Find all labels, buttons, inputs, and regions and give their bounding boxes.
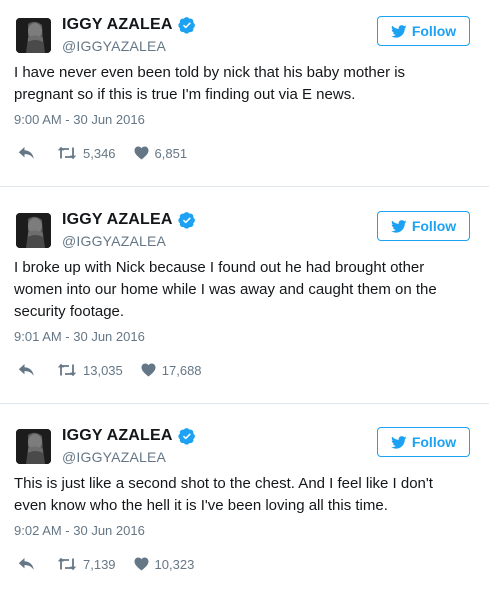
divider	[0, 186, 489, 187]
author-handle[interactable]: @IGGYAZALEA	[62, 233, 196, 249]
follow-button[interactable]: Follow	[377, 16, 470, 46]
reply-button[interactable]	[18, 146, 35, 160]
follow-label: Follow	[411, 218, 457, 234]
tweet-text: I broke up with Nick because I found out…	[14, 259, 437, 320]
like-button[interactable]: 17,688	[141, 363, 202, 378]
heart-icon	[134, 146, 149, 160]
follow-label: Follow	[411, 434, 457, 450]
retweet-icon	[57, 146, 77, 160]
retweet-button[interactable]: 5,346	[57, 146, 116, 161]
like-button[interactable]: 10,323	[134, 556, 195, 572]
retweet-count: 13,035	[83, 362, 123, 378]
heart-icon	[141, 363, 156, 377]
tweet-header: IGGY AZALEA @IGGYAZALEA Follow	[14, 425, 475, 473]
author-name[interactable]: IGGY AZALEA	[62, 16, 173, 34]
author-block: IGGY AZALEA @IGGYAZALEA	[62, 209, 196, 249]
verified-badge-icon	[178, 428, 195, 445]
like-count: 6,851	[154, 145, 188, 161]
twitter-bird-icon	[390, 24, 407, 38]
retweet-button[interactable]: 7,139	[57, 557, 116, 572]
tweet-actions: 5,346 6,851	[14, 144, 475, 162]
retweet-count: 7,139	[83, 556, 116, 572]
avatar[interactable]	[16, 213, 51, 248]
retweet-button[interactable]: 13,035	[57, 363, 123, 378]
reply-button[interactable]	[18, 557, 35, 571]
divider	[0, 403, 489, 404]
author-block: IGGY AZALEA @IGGYAZALEA	[62, 14, 196, 54]
tweet-card: IGGY AZALEA @IGGYAZALEA Follow I have ne…	[0, 14, 489, 162]
twitter-bird-icon	[390, 219, 407, 233]
tweet-header: IGGY AZALEA @IGGYAZALEA Follow	[14, 209, 475, 257]
tweet-text: I have never even been told by nick that…	[14, 64, 406, 103]
tweet-text: This is just like a second shot to the c…	[14, 475, 433, 514]
tweet-actions: 13,035 17,688	[14, 361, 475, 379]
tweet-timestamp[interactable]: 9:00 AM - 30 Jun 2016	[14, 112, 475, 130]
author-handle[interactable]: @IGGYAZALEA	[62, 449, 196, 465]
author-block: IGGY AZALEA @IGGYAZALEA	[62, 425, 196, 465]
avatar[interactable]	[16, 429, 51, 464]
tweet-header: IGGY AZALEA @IGGYAZALEA Follow	[14, 14, 475, 62]
reply-icon	[18, 558, 34, 570]
follow-button[interactable]: Follow	[377, 427, 470, 457]
follow-label: Follow	[411, 23, 457, 39]
follow-button[interactable]: Follow	[377, 211, 470, 241]
twitter-bird-icon	[390, 435, 407, 449]
author-handle[interactable]: @IGGYAZALEA	[62, 38, 196, 54]
tweet-card: IGGY AZALEA @IGGYAZALEA Follow I broke u…	[0, 209, 489, 379]
reply-button[interactable]	[18, 363, 35, 377]
verified-badge-icon	[178, 17, 195, 34]
tweet-timestamp[interactable]: 9:02 AM - 30 Jun 2016	[14, 523, 475, 541]
verified-badge-icon	[178, 212, 195, 229]
author-name[interactable]: IGGY AZALEA	[62, 427, 173, 445]
like-count: 10,323	[154, 556, 195, 572]
reply-icon	[18, 147, 34, 159]
like-count: 17,688	[161, 362, 202, 378]
retweet-icon	[57, 557, 77, 571]
retweet-count: 5,346	[83, 145, 116, 161]
author-name[interactable]: IGGY AZALEA	[62, 211, 173, 229]
tweet-timestamp[interactable]: 9:01 AM - 30 Jun 2016	[14, 329, 475, 347]
avatar[interactable]	[16, 18, 51, 53]
tweet-actions: 7,139 10,323	[14, 555, 475, 573]
reply-icon	[18, 364, 34, 376]
retweet-icon	[57, 363, 77, 377]
like-button[interactable]: 6,851	[134, 145, 188, 161]
tweet-card: IGGY AZALEA @IGGYAZALEA Follow This is j…	[0, 425, 489, 573]
heart-icon	[134, 557, 149, 571]
